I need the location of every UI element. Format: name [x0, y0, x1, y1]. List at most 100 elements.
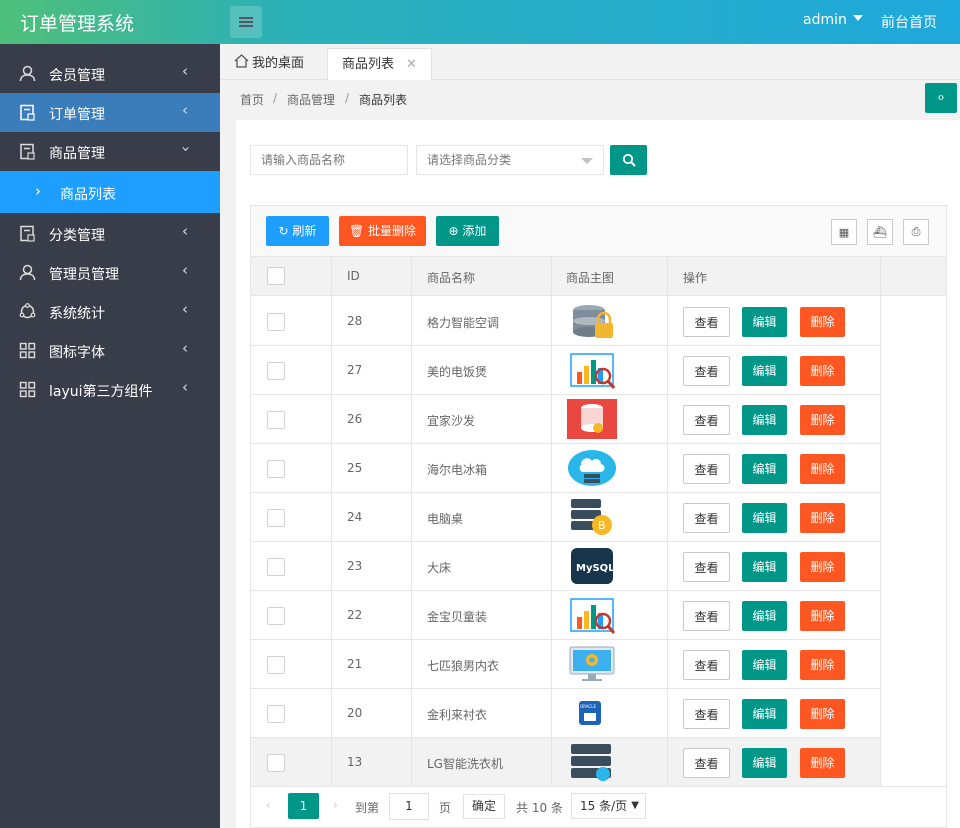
- view-button[interactable]: 查看: [683, 454, 730, 484]
- sidebar-item-label: 图标字体: [49, 345, 105, 361]
- view-button[interactable]: 查看: [683, 748, 730, 778]
- add-button[interactable]: ⊕ 添加: [436, 216, 499, 246]
- edit-button[interactable]: 编辑: [742, 307, 787, 337]
- delete-button[interactable]: 删除: [800, 503, 845, 533]
- delete-button[interactable]: 删除: [800, 699, 845, 729]
- edit-button[interactable]: 编辑: [742, 356, 787, 386]
- edit-button[interactable]: 编辑: [742, 503, 787, 533]
- sidebar-item-third-party[interactable]: layui第三方组件 ‹: [0, 370, 220, 409]
- delete-button[interactable]: 删除: [800, 748, 845, 778]
- row-checkbox[interactable]: [267, 411, 285, 429]
- edit-button[interactable]: 编辑: [742, 650, 787, 680]
- menu-toggle-button[interactable]: [230, 6, 262, 38]
- edit-button[interactable]: 编辑: [742, 601, 787, 631]
- sidebar-item-members[interactable]: 会员管理 ‹: [0, 54, 220, 93]
- sidebar-item-icon-fonts[interactable]: 图标字体 ‹: [0, 331, 220, 370]
- front-page-link[interactable]: 前台首页: [881, 12, 937, 32]
- page-number-input[interactable]: 1: [389, 793, 429, 820]
- row-checkbox[interactable]: [267, 705, 285, 723]
- product-image[interactable]: [567, 301, 617, 341]
- sidebar-item-categories[interactable]: 分类管理 ‹: [0, 214, 220, 253]
- table-row: 27 美的电饭煲 查看 编辑 删除: [251, 346, 881, 395]
- page-size-select[interactable]: 15 条/页 ▼: [571, 793, 646, 819]
- sidebar-item-orders[interactable]: 订单管理 ‹: [0, 93, 220, 132]
- breadcrumb: 首页 / 商品管理 / 商品列表: [220, 80, 960, 118]
- row-checkbox[interactable]: [267, 509, 285, 527]
- tab-desktop[interactable]: 我的桌面: [220, 48, 318, 80]
- next-page-icon[interactable]: ›: [333, 798, 338, 812]
- view-button[interactable]: 查看: [683, 552, 730, 582]
- edit-button[interactable]: 编辑: [742, 552, 787, 582]
- table-header: ID 商品名称 商品主图 操作: [251, 257, 946, 296]
- delete-button[interactable]: 删除: [800, 307, 845, 337]
- product-image[interactable]: [567, 742, 617, 782]
- product-image[interactable]: [567, 350, 617, 390]
- product-image[interactable]: [567, 448, 617, 488]
- view-button[interactable]: 查看: [683, 503, 730, 533]
- delete-button[interactable]: 删除: [800, 601, 845, 631]
- row-checkbox[interactable]: [267, 460, 285, 478]
- edit-button[interactable]: 编辑: [742, 405, 787, 435]
- goods-name-input[interactable]: 请输入商品名称: [250, 145, 408, 175]
- row-checkbox[interactable]: [267, 754, 285, 772]
- row-name: LG智能洗衣机: [427, 757, 503, 771]
- row-checkbox[interactable]: [267, 656, 285, 674]
- breadcrumb-home[interactable]: 首页: [240, 91, 264, 108]
- edit-button[interactable]: 编辑: [742, 454, 787, 484]
- user-menu[interactable]: admin: [803, 12, 863, 28]
- product-image[interactable]: B: [567, 497, 617, 537]
- columns-filter-icon[interactable]: ▦: [831, 219, 857, 245]
- prev-page-icon[interactable]: ‹: [266, 798, 271, 812]
- delete-button[interactable]: 删除: [800, 650, 845, 680]
- page-refresh-button[interactable]: ℴ: [925, 83, 957, 113]
- row-checkbox[interactable]: [267, 558, 285, 576]
- view-button[interactable]: 查看: [683, 356, 730, 386]
- confirm-button[interactable]: 确定: [463, 794, 505, 819]
- product-image[interactable]: ORACLE: [567, 693, 617, 733]
- product-image[interactable]: MySQL: [567, 546, 617, 586]
- category-select[interactable]: 请选择商品分类: [416, 145, 604, 175]
- page-1[interactable]: 1: [288, 793, 319, 819]
- batch-delete-button[interactable]: 🗑 批量删除: [339, 216, 426, 246]
- sidebar-item-admins[interactable]: 管理员管理 ‹: [0, 253, 220, 292]
- tab-goods-list[interactable]: 商品列表 ✕: [327, 48, 432, 80]
- row-checkbox[interactable]: [267, 362, 285, 380]
- delete-button[interactable]: 删除: [800, 356, 845, 386]
- export-icon[interactable]: ⛴: [867, 219, 893, 245]
- table-row: 26 宜家沙发 查看 编辑 删除: [251, 395, 881, 444]
- search-button[interactable]: [610, 145, 647, 175]
- view-button[interactable]: 查看: [683, 650, 730, 680]
- delete-button[interactable]: 删除: [800, 454, 845, 484]
- close-icon[interactable]: ✕: [406, 57, 417, 72]
- view-button[interactable]: 查看: [683, 405, 730, 435]
- row-id: 28: [347, 314, 363, 328]
- refresh-button[interactable]: ↻ 刷新: [266, 216, 329, 246]
- product-image[interactable]: [567, 644, 617, 684]
- product-image[interactable]: [567, 595, 617, 635]
- edit-button[interactable]: 编辑: [742, 748, 787, 778]
- delete-button[interactable]: 删除: [800, 405, 845, 435]
- print-icon[interactable]: ⎙: [903, 219, 929, 245]
- sidebar-item-label: layui第三方组件: [49, 384, 153, 400]
- edit-button[interactable]: 编辑: [742, 699, 787, 729]
- row-name: 金宝贝童装: [427, 610, 488, 624]
- row-checkbox[interactable]: [267, 607, 285, 625]
- product-image[interactable]: [567, 399, 617, 439]
- app-title[interactable]: 订单管理系统: [20, 9, 134, 36]
- sidebar-item-goods[interactable]: 商品管理 ‹: [0, 132, 220, 171]
- tab-bar: 我的桌面 商品列表 ✕: [220, 44, 960, 80]
- view-button[interactable]: 查看: [683, 601, 730, 631]
- delete-button[interactable]: 删除: [800, 552, 845, 582]
- view-button[interactable]: 查看: [683, 699, 730, 729]
- order-icon: [20, 104, 35, 121]
- view-button[interactable]: 查看: [683, 307, 730, 337]
- chevron-left-icon: ‹: [182, 300, 188, 318]
- total-count: 共 10 条: [516, 801, 563, 815]
- sidebar-item-statistics[interactable]: 系统统计 ‹: [0, 292, 220, 331]
- row-checkbox[interactable]: [267, 313, 285, 331]
- header-image: 商品主图: [566, 271, 615, 285]
- home-icon: [234, 54, 249, 68]
- breadcrumb-goods[interactable]: 商品管理: [287, 91, 335, 108]
- sidebar-item-goods-list[interactable]: › 商品列表: [0, 171, 220, 213]
- select-all-checkbox[interactable]: [267, 267, 285, 285]
